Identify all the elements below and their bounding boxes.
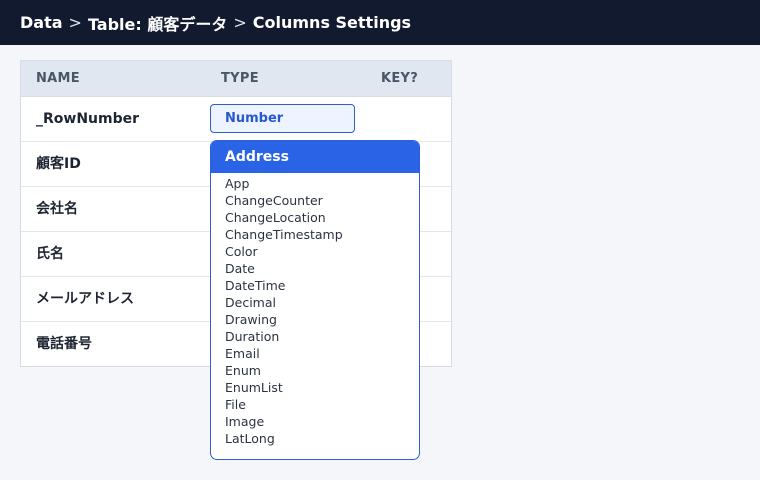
column-header-name: NAME (36, 71, 80, 86)
dropdown-option-list: App ChangeCounter ChangeLocation ChangeT… (211, 173, 419, 447)
column-header-key: KEY? (381, 71, 419, 86)
breadcrumb-separator: > (68, 13, 82, 32)
dropdown-option[interactable]: DateTime (211, 277, 419, 294)
dropdown-option[interactable]: ChangeTimestamp (211, 226, 419, 243)
breadcrumb-item-data[interactable]: Data (20, 13, 63, 32)
dropdown-option[interactable]: Email (211, 345, 419, 362)
dropdown-option[interactable]: ChangeLocation (211, 209, 419, 226)
dropdown-option[interactable]: EnumList (211, 379, 419, 396)
column-name-cell: メールアドレス (36, 291, 134, 307)
dropdown-option[interactable]: Decimal (211, 294, 419, 311)
table-header-row: NAME TYPE KEY? (21, 61, 451, 97)
dropdown-option[interactable]: Enum (211, 362, 419, 379)
column-header-type: TYPE (221, 71, 259, 86)
column-name-cell: 顧客ID (36, 156, 81, 172)
breadcrumb-item-table[interactable]: Table: 顧客データ (88, 11, 227, 35)
column-name-cell: 会社名 (36, 201, 78, 217)
dropdown-option[interactable]: File (211, 396, 419, 413)
column-name-cell: _RowNumber (36, 111, 140, 127)
dropdown-option-selected[interactable]: Address (211, 141, 419, 173)
breadcrumb-item-columns-settings: Columns Settings (252, 13, 412, 32)
dropdown-option[interactable]: Duration (211, 328, 419, 345)
dropdown-option[interactable]: ChangeCounter (211, 192, 419, 209)
dropdown-option[interactable]: Drawing (211, 311, 419, 328)
dropdown-option[interactable]: Date (211, 260, 419, 277)
column-name-cell: 氏名 (36, 246, 64, 262)
column-name-cell: 電話番号 (36, 336, 92, 352)
dropdown-option[interactable]: LatLong (211, 430, 419, 447)
type-select-chip[interactable]: Number (210, 104, 355, 133)
dropdown-option[interactable]: App (211, 175, 419, 192)
top-bar: Data > Table: 顧客データ > Columns Settings (0, 0, 760, 45)
dropdown-option[interactable]: Image (211, 413, 419, 430)
table-row: _RowNumber Number (21, 97, 451, 142)
breadcrumb-separator: > (233, 13, 247, 32)
type-dropdown[interactable]: Address App ChangeCounter ChangeLocation… (210, 140, 420, 460)
dropdown-option[interactable]: Color (211, 243, 419, 260)
breadcrumb: Data > Table: 顧客データ > Columns Settings (0, 11, 411, 35)
